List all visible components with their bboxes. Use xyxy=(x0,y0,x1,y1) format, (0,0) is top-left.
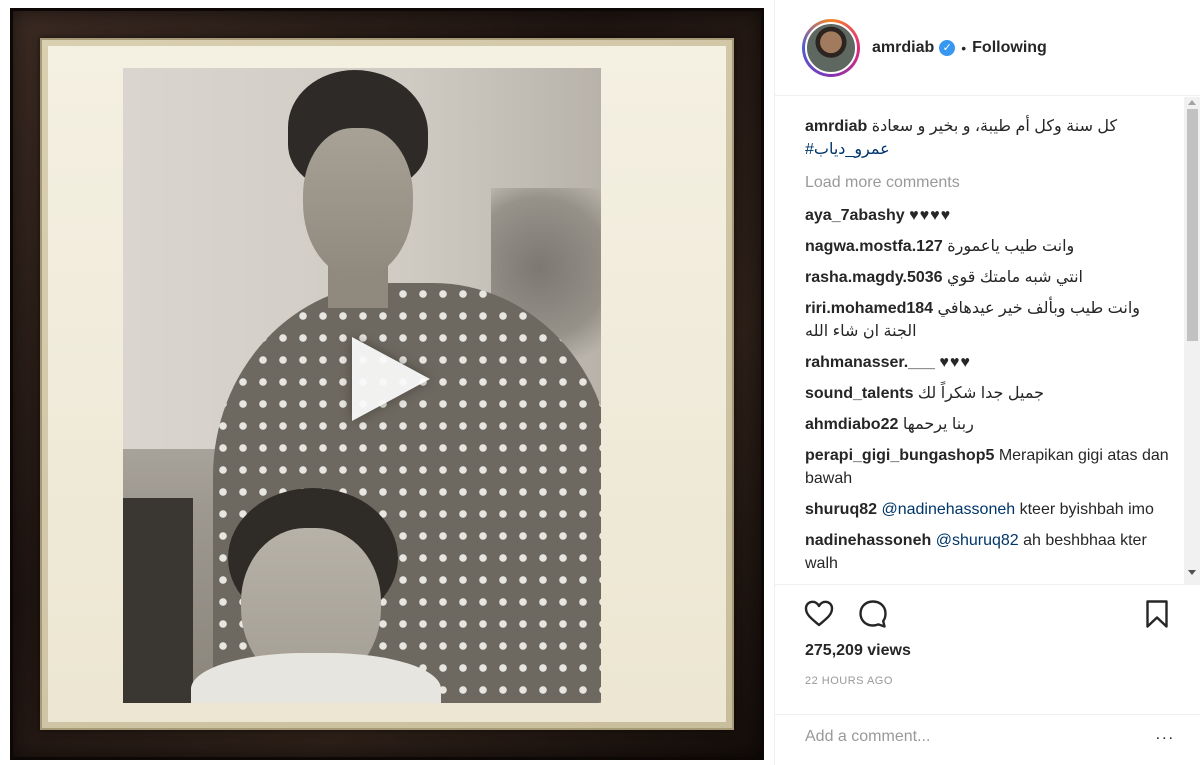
comment-text: ♥♥♥♥ xyxy=(909,207,952,224)
caption-username[interactable]: amrdiab xyxy=(805,118,867,135)
comments-section: amrdiab كل سنة وكل أم طيبة، و بخير و سعا… xyxy=(775,97,1200,584)
comment-text: kteer byishbah imo xyxy=(1019,501,1154,518)
comment: rahmanasser.___ ♥♥♥ xyxy=(805,351,1175,374)
play-icon[interactable] xyxy=(352,337,430,421)
comment: ahmdiabo22 ربنا يرحمها xyxy=(805,413,1175,436)
comment-username[interactable]: rasha.magdy.5036 xyxy=(805,269,943,286)
post-timestamp[interactable]: 22 HOURS AGO xyxy=(805,675,893,687)
comment: aya_7abashy ♥♥♥♥ xyxy=(805,204,1175,227)
comment: shuruq82 @nadinehassoneh kteer byishbah … xyxy=(805,498,1175,521)
comment-username[interactable]: nadinehassoneh xyxy=(805,532,931,549)
scroll-up-arrow-icon[interactable] xyxy=(1188,100,1196,105)
comment: nagwa.mostfa.127 وانت طيب ياعمورة xyxy=(805,235,1175,258)
comments-list: amrdiab كل سنة وكل أم طيبة، و بخير و سعا… xyxy=(805,115,1175,583)
caption-text: كل سنة وكل أم طيبة، و بخير و سعادة xyxy=(871,118,1118,135)
comment-text: جميل جدا شكراً لك xyxy=(917,385,1044,402)
bookmark-icon[interactable] xyxy=(1141,598,1173,630)
verified-badge-icon: ✓ xyxy=(939,39,956,56)
comment: nadinehassoneh @shuruq82 ah beshbhaa kte… xyxy=(805,529,1175,575)
comment-text: ربنا يرحمها xyxy=(902,416,974,433)
separator-dot: • xyxy=(961,39,967,56)
comment: riri.mohamed184 وانت طيب وبألف خير عيدها… xyxy=(805,297,1175,343)
post-header: amrdiab ✓ • Following xyxy=(775,0,1200,96)
comment-username[interactable]: aya_7abashy xyxy=(805,207,905,224)
load-more-comments-button[interactable]: Load more comments xyxy=(805,171,960,194)
more-options-icon[interactable]: ... xyxy=(1156,726,1175,744)
post-media xyxy=(0,0,774,765)
comment: sound_talents جميل جدا شكراً لك xyxy=(805,382,1175,405)
comment-text: ♥♥♥ xyxy=(939,354,971,371)
comment-username[interactable]: rahmanasser.___ xyxy=(805,354,935,371)
add-comment-bar: ... xyxy=(775,714,1200,765)
avatar[interactable] xyxy=(802,18,860,77)
comment: perapi_gigi_bungashop5 Merapikan gigi at… xyxy=(805,444,1175,490)
comment-text: انتي شبه مامتك قوي xyxy=(947,269,1083,286)
comment-mention[interactable]: @shuruq82 xyxy=(936,532,1019,549)
following-button[interactable]: Following xyxy=(972,39,1047,57)
comment-username[interactable]: shuruq82 xyxy=(805,501,877,518)
comment: rasha.magdy.5036 انتي شبه مامتك قوي xyxy=(805,266,1175,289)
header-username[interactable]: amrdiab xyxy=(872,39,934,57)
caption: amrdiab كل سنة وكل أم طيبة، و بخير و سعا… xyxy=(805,115,1175,161)
caption-hashtag[interactable]: #عمرو_دياب xyxy=(805,141,890,158)
comment-text: وانت طيب ياعمورة xyxy=(947,238,1075,255)
comment-username[interactable]: perapi_gigi_bungashop5 xyxy=(805,447,994,464)
comment-username[interactable]: nagwa.mostfa.127 xyxy=(805,238,943,255)
view-count[interactable]: 275,209 views xyxy=(805,642,911,660)
comment-mention[interactable]: @nadinehassoneh xyxy=(881,501,1015,518)
comment-username[interactable]: riri.mohamed184 xyxy=(805,300,933,317)
scroll-down-arrow-icon[interactable] xyxy=(1188,570,1196,575)
mother-face xyxy=(303,128,413,278)
comment-username[interactable]: sound_talents xyxy=(805,385,913,402)
comment-bubble-icon[interactable] xyxy=(857,598,889,630)
comments-scrollbar[interactable] xyxy=(1184,97,1200,584)
post-actions: 275,209 views 22 HOURS AGO xyxy=(775,584,1200,714)
add-comment-input[interactable] xyxy=(805,725,1135,749)
heart-icon[interactable] xyxy=(803,598,835,630)
comment-username[interactable]: ahmdiabo22 xyxy=(805,416,898,433)
scrollbar-thumb[interactable] xyxy=(1187,109,1198,341)
post-sidebar: amrdiab ✓ • Following amrdiab كل سنة وكل… xyxy=(774,0,1200,765)
